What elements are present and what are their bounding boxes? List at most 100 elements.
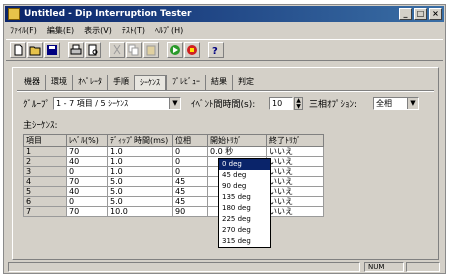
status-pane — [406, 262, 440, 272]
phase-cell[interactable]: 0 — [172, 146, 208, 157]
level-cell[interactable]: 70 — [66, 176, 108, 187]
level-cell[interactable]: 40 — [66, 186, 108, 197]
menu-file[interactable]: ﾌｧｲﾙ(F) — [10, 24, 37, 38]
tab-sequence[interactable]: ｼｰｹﾝｽ — [134, 75, 166, 90]
end-trigger-cell[interactable]: いいえ — [266, 156, 324, 167]
end-trigger-cell[interactable]: いいえ — [266, 146, 324, 157]
cut-icon[interactable] — [109, 42, 125, 58]
status-message — [8, 262, 360, 272]
save-icon[interactable] — [44, 42, 60, 58]
phase-cell[interactable]: 90 — [172, 206, 208, 217]
row-index: 5 — [23, 186, 67, 197]
tab-preview[interactable]: ﾌﾟﾚﾋﾞｭｰ — [166, 75, 205, 90]
column-header[interactable]: 開始ﾄﾘｶﾞ — [207, 134, 267, 147]
phase-option[interactable]: 135 deg — [219, 192, 270, 203]
menu-view[interactable]: 表示(V) — [84, 24, 112, 38]
table-row[interactable]: 4 70 5.0 45 いいえ — [23, 176, 324, 187]
column-header[interactable]: 終了ﾄﾘｶﾞ — [266, 134, 324, 147]
table-row[interactable]: 7 70 10.0 90 いいえ — [23, 206, 324, 217]
num-lock-indicator: NUM — [364, 262, 404, 272]
new-file-icon[interactable] — [10, 42, 26, 58]
phase-option[interactable]: 90 deg — [219, 181, 270, 192]
title-bar[interactable]: Untitled - Dip Interruption Tester _ □ × — [5, 6, 444, 22]
interval-label: ｲﾍﾞﾝﾄ間時間(s): — [191, 100, 256, 110]
level-cell[interactable]: 70 — [66, 206, 108, 217]
phase-cell[interactable]: 45 — [172, 176, 208, 187]
level-cell[interactable]: 70 — [66, 146, 108, 157]
tab-procedure[interactable]: 手順 — [107, 75, 134, 90]
chevron-down-icon[interactable]: ▼ — [407, 98, 418, 109]
level-cell[interactable]: 0 — [66, 196, 108, 207]
run-icon[interactable] — [167, 42, 183, 58]
table-row[interactable]: 1 70 1.0 0 0.0 秒 いいえ — [23, 146, 324, 157]
interval-spinner[interactable]: ▲ ▼ — [294, 97, 303, 110]
end-trigger-cell[interactable]: いいえ — [266, 186, 324, 197]
dip-time-cell[interactable]: 5.0 — [107, 186, 173, 197]
tab-environment[interactable]: 環境 — [45, 75, 72, 90]
dip-time-cell[interactable]: 5.0 — [107, 196, 173, 207]
phase-cell[interactable]: 45 — [172, 186, 208, 197]
main-sequence-label: 主ｼｰｹﾝｽ: — [23, 121, 58, 131]
tab-results[interactable]: 結果 — [205, 75, 232, 90]
phase-option-label: 三相ｵﾌﾟｼｮﾝ: — [309, 100, 358, 110]
phase-option-select[interactable]: 全相 ▼ — [373, 97, 419, 110]
help-icon[interactable]: ? — [208, 42, 224, 58]
svg-text:?: ? — [212, 46, 218, 56]
print-preview-icon[interactable] — [85, 42, 101, 58]
row-index: 2 — [23, 156, 67, 167]
table-row[interactable]: 3 0 1.0 0 いいえ — [23, 166, 324, 177]
column-header[interactable]: 項目 — [23, 134, 67, 147]
menu-test[interactable]: ﾃｽﾄ(T) — [122, 24, 145, 38]
tab-strip: 機器 環境 ｵﾍﾟﾚｰﾀ 手順 ｼｰｹﾝｽ ﾌﾟﾚﾋﾞｭｰ 結果 判定 — [19, 75, 259, 90]
phase-cell[interactable]: 45 — [172, 196, 208, 207]
table-row[interactable]: 2 40 1.0 0 いいえ — [23, 156, 324, 167]
level-cell[interactable]: 40 — [66, 156, 108, 167]
phase-option[interactable]: 45 deg — [219, 170, 270, 181]
table-row[interactable]: 6 0 5.0 45 いいえ — [23, 196, 324, 207]
group-select[interactable]: 1 - 7 項目 / 5 ｼｰｹﾝｽ ▼ — [53, 97, 181, 110]
phase-option[interactable]: 270 deg — [219, 225, 270, 236]
column-header[interactable]: 位相 — [172, 134, 208, 147]
tab-operator[interactable]: ｵﾍﾟﾚｰﾀ — [72, 75, 107, 90]
phase-cell[interactable]: 0 — [172, 166, 208, 177]
copy-icon[interactable] — [126, 42, 142, 58]
phase-option[interactable]: 180 deg — [219, 203, 270, 214]
dip-time-cell[interactable]: 1.0 — [107, 166, 173, 177]
dip-time-cell[interactable]: 1.0 — [107, 146, 173, 157]
print-icon[interactable] — [68, 42, 84, 58]
end-trigger-cell[interactable]: いいえ — [266, 196, 324, 207]
app-window: Untitled - Dip Interruption Tester _ □ ×… — [3, 4, 446, 274]
minimize-button[interactable]: _ — [399, 8, 412, 20]
tab-equipment[interactable]: 機器 — [19, 75, 45, 90]
tab-judgement[interactable]: 判定 — [232, 75, 259, 90]
level-cell[interactable]: 0 — [66, 166, 108, 177]
dip-time-cell[interactable]: 1.0 — [107, 156, 173, 167]
column-header[interactable]: ﾚﾍﾞﾙ(%) — [66, 134, 108, 147]
open-folder-icon[interactable] — [27, 42, 43, 58]
end-trigger-cell[interactable]: いいえ — [266, 176, 324, 187]
menu-edit[interactable]: 編集(E) — [47, 24, 74, 38]
table-row[interactable]: 5 40 5.0 45 いいえ — [23, 186, 324, 197]
phase-option[interactable]: 225 deg — [219, 214, 270, 225]
phase-cell[interactable]: 0 — [172, 156, 208, 167]
dip-time-cell[interactable]: 10.0 — [107, 206, 173, 217]
toolbar: ? — [6, 39, 443, 61]
maximize-button[interactable]: □ — [414, 8, 427, 20]
paste-icon[interactable] — [143, 42, 159, 58]
stop-icon[interactable] — [184, 42, 200, 58]
phase-dropdown-list: 0 deg 45 deg 90 deg 135 deg 180 deg 225 … — [218, 158, 271, 248]
dip-time-cell[interactable]: 5.0 — [107, 176, 173, 187]
start-trigger-cell[interactable]: 0.0 秒 — [207, 146, 267, 157]
group-select-value: 1 - 7 項目 / 5 ｼｰｹﾝｽ — [56, 99, 129, 108]
menu-help[interactable]: ﾍﾙﾌﾟ(H) — [155, 24, 183, 38]
end-trigger-cell[interactable]: いいえ — [266, 166, 324, 177]
phase-option[interactable]: 0 deg — [219, 159, 270, 170]
phase-option[interactable]: 315 deg — [219, 236, 270, 247]
end-trigger-cell[interactable]: いいえ — [266, 206, 324, 217]
sequence-table: 項目 ﾚﾍﾞﾙ(%) ﾃﾞｨｯﾌﾟ時間(ms) 位相 開始ﾄﾘｶﾞ 終了ﾄﾘｶﾞ… — [23, 134, 324, 217]
chevron-down-icon[interactable]: ▼ — [169, 98, 180, 109]
close-button[interactable]: × — [429, 8, 442, 20]
column-header[interactable]: ﾃﾞｨｯﾌﾟ時間(ms) — [107, 134, 173, 147]
interval-input[interactable]: 10 — [269, 97, 293, 110]
tab-divider — [17, 90, 434, 92]
